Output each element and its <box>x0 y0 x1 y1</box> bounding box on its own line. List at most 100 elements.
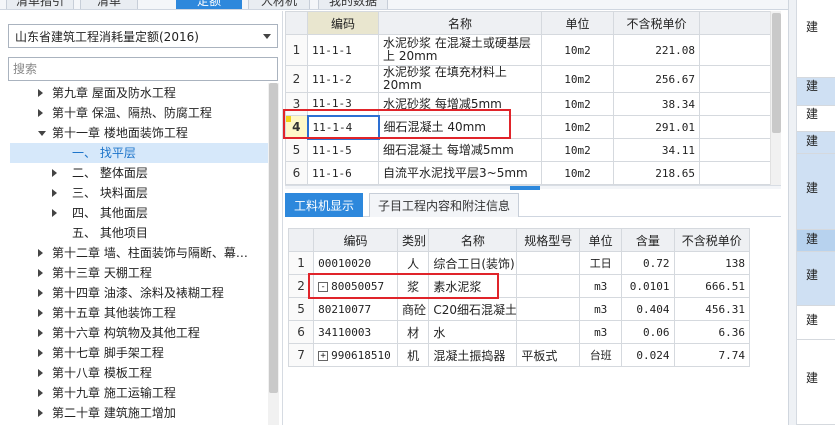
panel-splitter[interactable] <box>285 185 781 190</box>
material-row-type[interactable]: 人 <box>396 251 430 275</box>
material-row-price[interactable]: 456.31 <box>673 297 750 321</box>
quota-row-code[interactable]: 11-1-4 <box>306 114 380 140</box>
right-grid-cell[interactable]: 建 <box>797 252 835 306</box>
quota-row-unit[interactable]: 10m2 <box>541 161 614 185</box>
quota-row-price[interactable]: 218.65 <box>613 161 700 185</box>
material-row-code[interactable]: 34110003 <box>313 320 398 344</box>
collapse-minus-icon[interactable]: - <box>318 281 329 292</box>
quota-row-index[interactable]: 4 <box>285 115 308 139</box>
chevron-down-icon[interactable] <box>263 33 271 39</box>
tree-item[interactable]: 第二十章 建筑施工增加 <box>10 403 268 423</box>
material-row-code[interactable]: -80050057 <box>313 274 398 298</box>
quota-row-code[interactable]: 11-1-2 <box>307 65 379 93</box>
quota-row[interactable]: 4 11-1-4 细石混凝土 40mm 10m2 291.01 <box>285 114 770 140</box>
expand-arrow-icon[interactable] <box>38 109 43 117</box>
material-row-spec[interactable]: 平板式 <box>516 343 581 367</box>
library-dropdown[interactable]: 山东省建筑工程消耗量定额(2016) <box>8 24 278 48</box>
right-grid-cell[interactable]: 建 <box>797 230 835 252</box>
material-row-name[interactable]: 混凝土振捣器 <box>428 343 518 367</box>
quota-row-code[interactable]: 11-1-5 <box>307 138 379 162</box>
expand-arrow-icon[interactable] <box>52 209 57 217</box>
tab-quota[interactable]: 定额 <box>176 0 242 9</box>
material-row-index[interactable]: 5 <box>288 297 315 321</box>
expand-arrow-icon[interactable] <box>38 409 43 417</box>
materials-header-price[interactable]: 不含税单价 <box>673 228 750 252</box>
material-row-unit[interactable]: m3 <box>579 274 623 298</box>
quota-row-code[interactable]: 11-1-3 <box>307 92 379 116</box>
quota-row-name[interactable]: 水泥砂浆 在混凝土或硬基层上 20mm <box>378 34 542 66</box>
tab-labor-material-machine[interactable]: 人材机 <box>248 0 310 9</box>
quota-row-price[interactable]: 34.11 <box>613 138 700 162</box>
quota-header-unit[interactable]: 单位 <box>541 11 614 35</box>
quota-header-code[interactable]: 编码 <box>307 11 379 35</box>
splitter-handle[interactable] <box>510 186 540 190</box>
material-row-name[interactable]: C20细石混凝土 <box>428 297 518 321</box>
material-row-qty[interactable]: 0.024 <box>621 343 675 367</box>
quota-row-price[interactable]: 291.01 <box>613 115 700 139</box>
material-row-unit[interactable]: 台班 <box>579 343 623 367</box>
material-row[interactable]: 6 34110003 材水 m3 0.06 6.36 <box>288 320 750 344</box>
quota-row-name[interactable]: 自流平水泥找平层3~5mm <box>378 161 542 185</box>
tree-item[interactable]: 二、 整体面层 <box>10 163 268 183</box>
quota-row[interactable]: 2 11-1-2 水泥砂浆 在填充材料上 20mm 10m2 256.67 <box>285 65 770 93</box>
tree-item[interactable]: 第十一章 楼地面装饰工程 <box>10 123 268 143</box>
quota-row-name[interactable]: 细石混凝土 40mm <box>378 115 542 139</box>
quota-row-index[interactable]: 2 <box>285 65 308 93</box>
material-row-index[interactable]: 2 <box>288 274 315 298</box>
expand-plus-icon[interactable]: + <box>318 350 329 361</box>
quota-row-code[interactable]: 11-1-6 <box>307 161 379 185</box>
expand-arrow-icon[interactable] <box>38 249 43 257</box>
material-row-type[interactable]: 浆 <box>396 274 430 298</box>
material-row-unit[interactable]: m3 <box>579 320 623 344</box>
tree-item[interactable]: 第十八章 模板工程 <box>10 363 268 383</box>
scrollbar-thumb[interactable] <box>269 83 278 393</box>
expand-arrow-icon[interactable] <box>38 269 43 277</box>
quota-row-price[interactable]: 221.08 <box>613 34 700 66</box>
material-row-index[interactable]: 1 <box>288 251 315 275</box>
material-row-index[interactable]: 6 <box>288 320 315 344</box>
expand-arrow-icon[interactable] <box>38 329 43 337</box>
collapse-arrow-icon[interactable] <box>38 131 46 136</box>
material-row-type[interactable]: 材 <box>396 320 430 344</box>
expand-arrow-icon[interactable] <box>38 289 43 297</box>
quota-row-name[interactable]: 水泥砂浆 每增减5mm <box>378 92 542 116</box>
material-row-spec[interactable] <box>516 274 581 298</box>
material-row-code[interactable]: 00010020 <box>313 251 398 275</box>
expand-arrow-icon[interactable] <box>52 189 57 197</box>
right-grid-cell[interactable]: 建 <box>797 154 835 230</box>
material-row-spec[interactable] <box>516 297 581 321</box>
quota-header-price[interactable]: 不含税单价 <box>613 11 700 35</box>
material-row-price[interactable]: 6.36 <box>673 320 750 344</box>
materials-header-unit[interactable]: 单位 <box>579 228 623 252</box>
materials-header-type[interactable]: 类别 <box>396 228 430 252</box>
quota-row-unit[interactable]: 10m2 <box>541 138 614 162</box>
tree-item[interactable]: 四、 其他面层 <box>10 203 268 223</box>
material-row-index[interactable]: 7 <box>288 343 315 367</box>
tab-item-content-notes[interactable]: 子目工程内容和附注信息 <box>369 193 520 217</box>
quota-row-price[interactable]: 256.67 <box>613 65 700 93</box>
quota-row[interactable]: 6 11-1-6 自流平水泥找平层3~5mm 10m2 218.65 <box>285 161 770 185</box>
tree-item[interactable]: 第十五章 其他装饰工程 <box>10 303 268 323</box>
material-row-spec[interactable] <box>516 320 581 344</box>
tree-item[interactable]: 第十章 保温、隔热、防腐工程 <box>10 103 268 123</box>
quota-row-unit[interactable]: 10m2 <box>541 92 614 116</box>
quota-row-index[interactable]: 6 <box>285 161 308 185</box>
material-row[interactable]: 5 80210077 商砼 C20细石混凝土 m3 0.404 456.31 <box>288 297 750 321</box>
tree-item[interactable]: 一、 找平层 <box>10 143 268 163</box>
search-input[interactable] <box>8 57 278 81</box>
materials-header-spec[interactable]: 规格型号 <box>516 228 581 252</box>
tree-item[interactable]: 五、 其他项目 <box>10 223 268 243</box>
right-grid-cell[interactable]: 建 <box>797 78 835 106</box>
tree-item[interactable]: 第十六章 构筑物及其他工程 <box>10 323 268 343</box>
quota-row[interactable]: 5 11-1-5 细石混凝土 每增减5mm 10m2 34.11 <box>285 138 770 162</box>
materials-header-name[interactable]: 名称 <box>428 228 518 252</box>
quota-row-name[interactable]: 水泥砂浆 在填充材料上 20mm <box>378 65 542 93</box>
quota-row-unit[interactable]: 10m2 <box>541 34 614 66</box>
tab-my-data[interactable]: 我的数据 <box>318 0 388 9</box>
material-row-spec[interactable] <box>516 251 581 275</box>
material-row-code[interactable]: +990618510 <box>313 343 398 367</box>
material-row-unit[interactable]: 工日 <box>579 251 623 275</box>
material-row-name[interactable]: 水 <box>428 320 518 344</box>
material-row-type[interactable]: 商砼 <box>396 297 430 321</box>
material-row-qty[interactable]: 0.06 <box>621 320 675 344</box>
